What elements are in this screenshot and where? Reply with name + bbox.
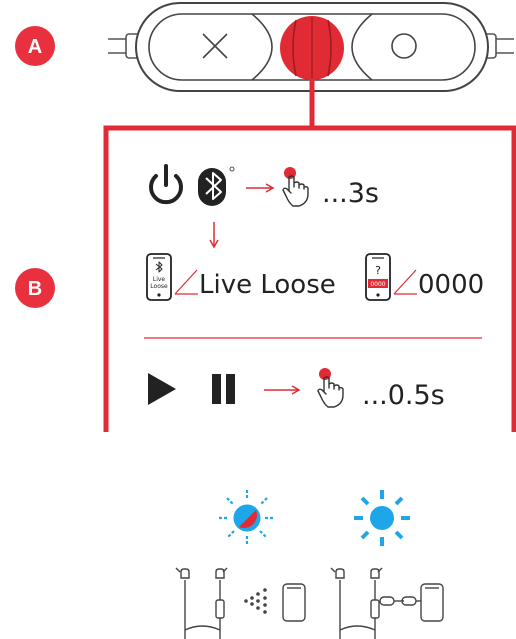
arrow-down	[209, 222, 219, 249]
badge-a: A	[15, 26, 55, 66]
pause-icon	[212, 374, 235, 404]
arrow-right-2	[264, 385, 301, 395]
remote-control	[108, 2, 514, 92]
step1-duration: ...3s	[322, 178, 379, 209]
phone-label-line2: Loose	[150, 283, 168, 290]
blue-light-icon	[354, 490, 410, 546]
control-diagram: A B ...3s Live Loose Live Loose ? 0000 0…	[15, 2, 516, 639]
badge-b-label: B	[28, 278, 42, 300]
pin-code: 0000	[418, 270, 484, 300]
red-blue-flashing-light-icon	[219, 490, 275, 546]
device-name: Live Loose	[199, 270, 336, 300]
center-button[interactable]	[280, 16, 344, 80]
connected-illustration	[330, 567, 444, 639]
pairing-mode-illustration	[175, 567, 306, 639]
play-icon	[148, 373, 176, 405]
phone-label-line1: Live	[153, 276, 166, 283]
pin-icon-code: 0000	[370, 281, 385, 288]
hand-press-icon-2	[317, 368, 344, 408]
phone-pin-icon: ? 0000	[365, 253, 391, 301]
step2-duration: ...0.5s	[362, 380, 445, 411]
phone-bluetooth-icon: Live Loose	[146, 253, 172, 301]
hand-press-icon	[282, 167, 309, 207]
power-icon	[149, 164, 183, 205]
slash-2	[393, 269, 417, 295]
bluetooth-icon	[198, 166, 235, 206]
badge-b: B	[15, 268, 55, 308]
arrow-right-1	[246, 183, 275, 193]
badge-a-label: A	[28, 36, 42, 58]
pin-icon-question: ?	[375, 264, 381, 277]
slash-1	[174, 269, 198, 295]
